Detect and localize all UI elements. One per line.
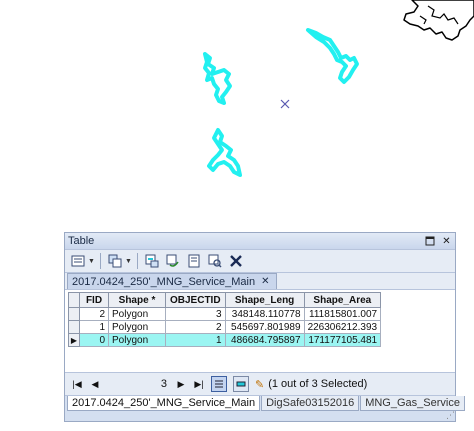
delete-selected-icon[interactable] — [227, 252, 245, 270]
dark-outline-feature[interactable] — [403, 0, 474, 41]
attribute-table-window: Table ✕ ▼ ▼ 2017.0424_250'_MNG_Service_M… — [64, 232, 465, 422]
cell-shape[interactable]: Polygon — [108, 320, 166, 334]
selection-status: ✎ (1 out of 3 Selected) — [255, 378, 367, 391]
cell-shape[interactable]: Polygon — [108, 333, 166, 347]
last-record-icon[interactable]: ▶| — [193, 379, 205, 390]
attribute-grid: FID Shape * OBJECTID Shape_Leng Shape_Ar… — [65, 290, 455, 373]
table-tabs: 2017.0424_250'_MNG_Service_Main DigSafe0… — [65, 396, 465, 414]
row-selector[interactable] — [68, 307, 80, 321]
cell-shape-leng[interactable]: 348148.110778 — [224, 307, 305, 321]
cell-shape-area[interactable]: 226306212.393 — [303, 320, 382, 334]
layer-title-tab[interactable]: 2017.0424_250'_MNG_Service_Main ✕ — [67, 273, 277, 289]
title-controls: ✕ — [424, 236, 452, 247]
table-row-selected[interactable]: ▶ 0 Polygon 1 486684.795897 171177105.48… — [68, 333, 382, 347]
cell-fid[interactable]: 2 — [79, 307, 109, 321]
minimize-window-icon[interactable] — [424, 236, 435, 247]
tab-mng-service-main[interactable]: 2017.0424_250'_MNG_Service_Main — [67, 396, 261, 411]
map-canvas[interactable] — [0, 0, 474, 232]
resize-grip-icon[interactable]: ⋰ — [446, 410, 455, 421]
table-row[interactable]: 1 Polygon 2 545697.801989 226306212.393 — [68, 320, 382, 334]
show-selected-records-icon[interactable] — [233, 376, 249, 392]
map-drawing — [203, 0, 474, 177]
current-record-field[interactable]: 3 — [107, 378, 169, 390]
column-header-objectid[interactable]: OBJECTID — [165, 292, 226, 308]
related-tables-dropdown-icon[interactable]: ▼ — [125, 258, 132, 265]
zoom-to-selected-icon[interactable] — [206, 252, 224, 270]
polygon-feature-2[interactable] — [306, 28, 359, 84]
table-options-icon[interactable] — [69, 252, 87, 270]
row-selector[interactable] — [68, 320, 80, 334]
current-row-indicator-icon[interactable]: ▶ — [68, 333, 80, 347]
table-header-row: FID Shape * OBJECTID Shape_Leng Shape_Ar… — [68, 292, 382, 308]
toolbar-separator — [136, 253, 138, 269]
selection-status-text: (1 out of 3 Selected) — [268, 378, 368, 390]
row-selector-header[interactable] — [68, 292, 80, 308]
clear-selection-icon[interactable] — [185, 252, 203, 270]
close-layer-tab-icon[interactable]: ✕ — [261, 276, 269, 287]
map-center-marker — [280, 99, 290, 109]
attribute-table: FID Shape * OBJECTID Shape_Leng Shape_Ar… — [68, 292, 382, 347]
layer-title-strip: 2017.0424_250'_MNG_Service_Main ✕ — [65, 273, 455, 290]
table-window-title: Table — [68, 235, 95, 247]
cell-fid[interactable]: 0 — [79, 333, 109, 347]
column-header-fid[interactable]: FID — [79, 292, 109, 308]
arcmap-window: Table ✕ ▼ ▼ 2017.0424_250'_MNG_Service_M… — [0, 0, 474, 431]
toolbar-separator — [99, 253, 101, 269]
select-by-attributes-icon[interactable] — [143, 252, 161, 270]
cell-shape-area[interactable]: 171177105.481 — [303, 333, 382, 347]
tab-digsafe[interactable]: DigSafe03152016 — [261, 396, 360, 411]
cell-objectid[interactable]: 1 — [165, 333, 226, 347]
layer-title-label: 2017.0424_250'_MNG_Service_Main — [72, 275, 256, 288]
cell-shape-leng[interactable]: 486684.795897 — [224, 333, 305, 347]
tab-mng-gas-service[interactable]: MNG_Gas_Service — [360, 396, 465, 411]
cell-shape[interactable]: Polygon — [108, 307, 166, 321]
cell-shape-area[interactable]: 111815801.007 — [303, 307, 382, 321]
column-header-shape-leng[interactable]: Shape_Leng — [224, 292, 305, 308]
related-tables-icon[interactable] — [106, 252, 124, 270]
next-record-icon[interactable]: ▶ — [175, 379, 187, 390]
column-header-shape[interactable]: Shape * — [108, 292, 166, 308]
table-row[interactable]: 2 Polygon 3 348148.110778 111815801.007 — [68, 307, 382, 321]
table-toolbar: ▼ ▼ — [65, 250, 455, 273]
record-navigation-bar: |◀ ◀ 3 ▶ ▶| ✎ (1 out of 3 Selected) — [65, 373, 455, 396]
switch-selection-icon[interactable] — [164, 252, 182, 270]
cell-shape-leng[interactable]: 545697.801989 — [224, 320, 305, 334]
show-all-records-icon[interactable] — [211, 376, 227, 392]
previous-record-icon[interactable]: ◀ — [89, 379, 101, 390]
first-record-icon[interactable]: |◀ — [71, 379, 83, 390]
cell-fid[interactable]: 1 — [79, 320, 109, 334]
polygon-feature-1[interactable] — [203, 52, 232, 105]
column-header-shape-area[interactable]: Shape_Area — [303, 292, 382, 308]
dark-outline-detail — [419, 5, 459, 25]
cell-objectid[interactable]: 2 — [165, 320, 226, 334]
close-window-icon[interactable]: ✕ — [441, 236, 452, 247]
polygon-feature-3[interactable] — [207, 128, 242, 177]
table-title-bar[interactable]: Table ✕ — [65, 233, 455, 250]
cell-objectid[interactable]: 3 — [165, 307, 226, 321]
edit-pencil-icon: ✎ — [255, 378, 265, 391]
table-options-dropdown-icon[interactable]: ▼ — [88, 258, 95, 265]
